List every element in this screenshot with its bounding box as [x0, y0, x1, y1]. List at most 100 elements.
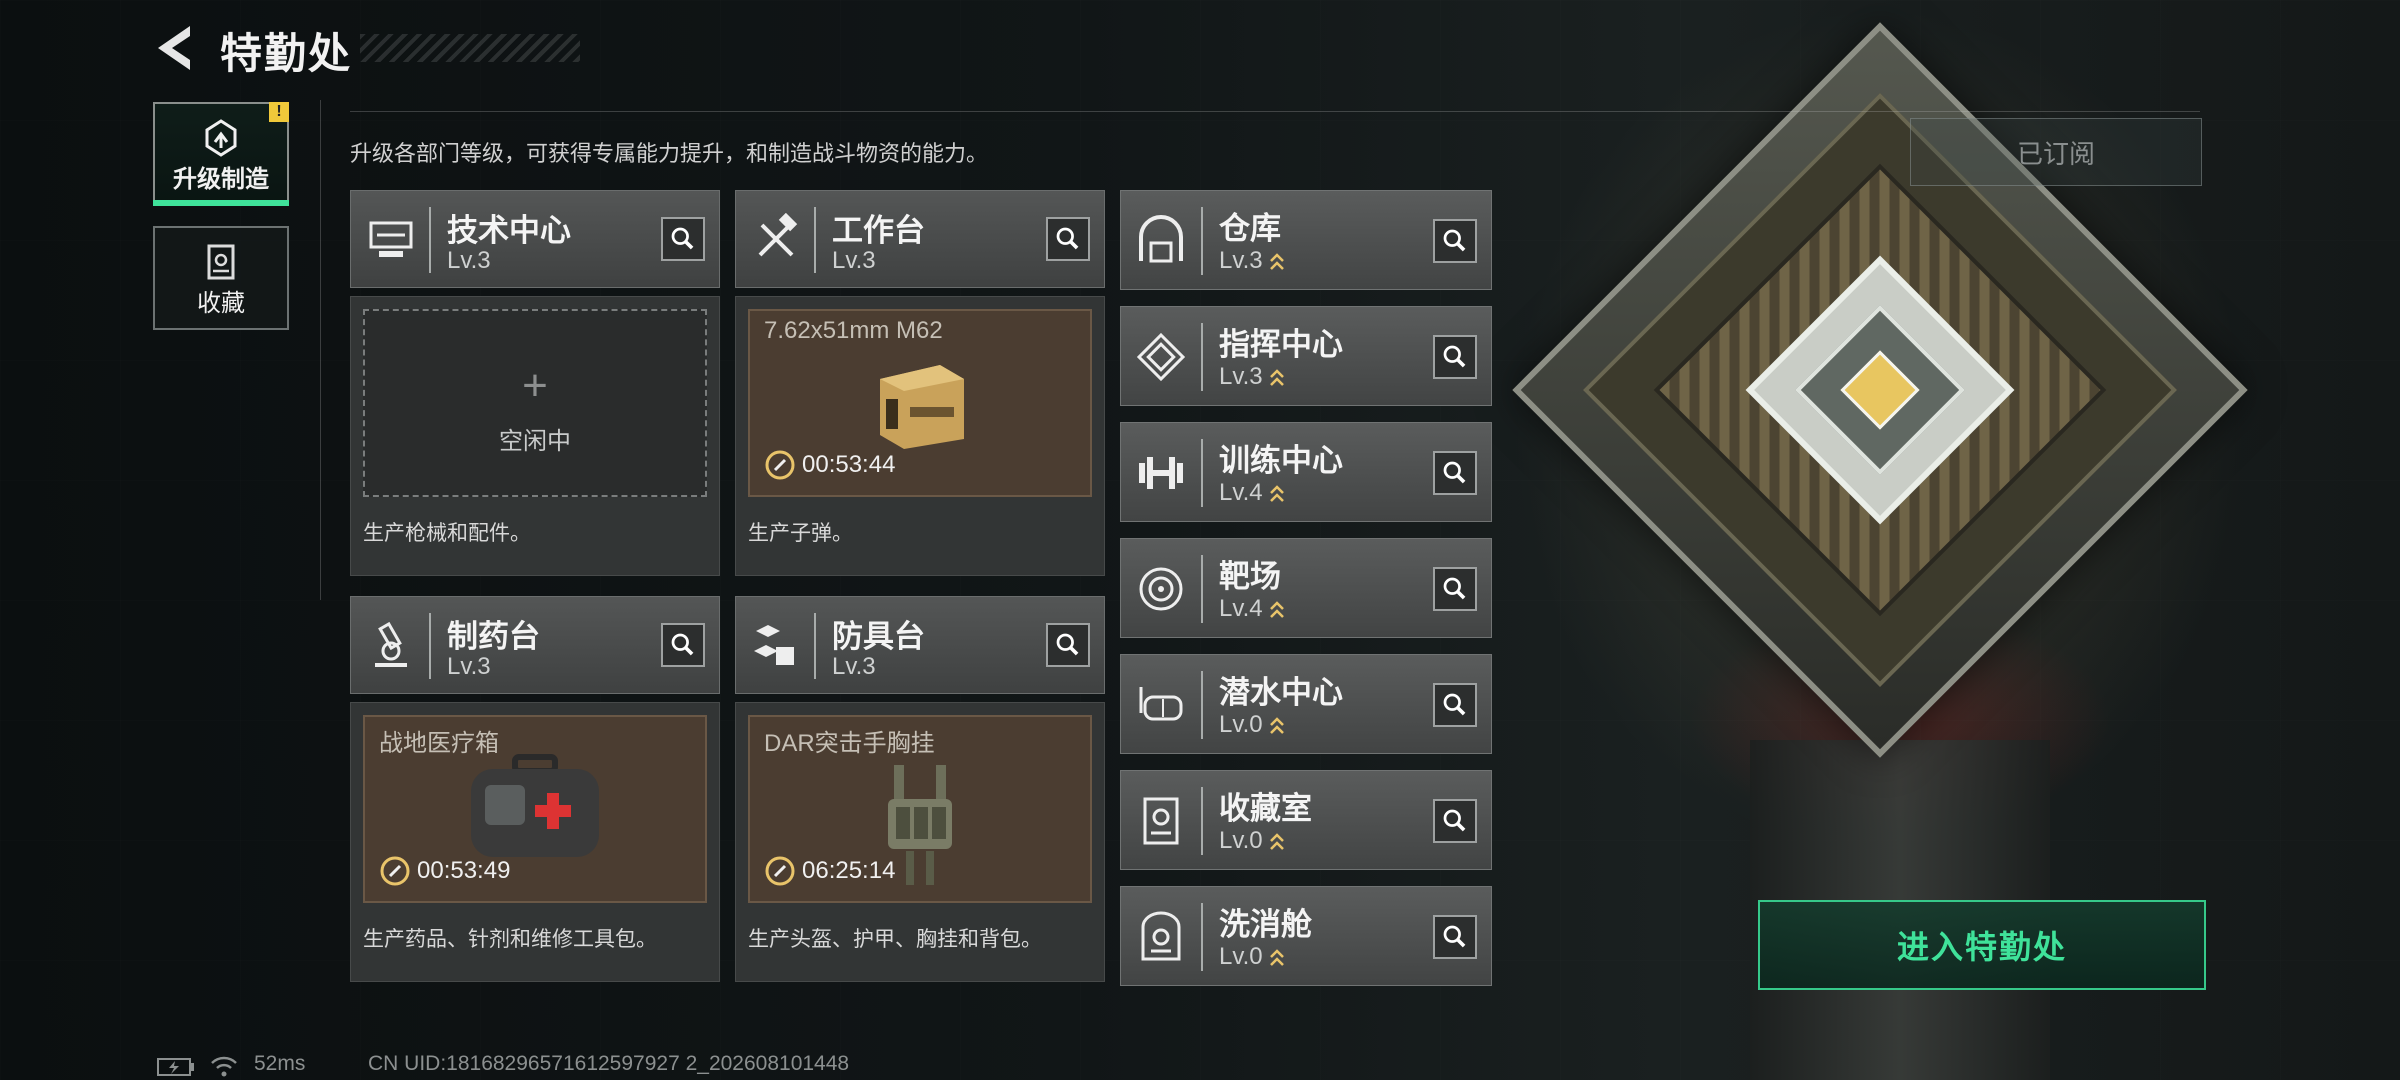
medkit-icon [471, 754, 599, 857]
page-title: 特勤处 [220, 30, 353, 77]
ping-readout: 52ms [254, 1052, 306, 1075]
collection-room-icon [1143, 797, 1179, 845]
title-decoration [360, 34, 580, 62]
battery-icon [157, 1058, 194, 1076]
department-name: 洗消舱 [1219, 907, 1312, 942]
card-armor-bench-body: DAR突击手胸挂 06:25:14 生产头盔、护甲、胸挂和背包。 [735, 702, 1105, 982]
wrench-timer-icon [765, 856, 795, 886]
wrench-timer-icon [380, 856, 410, 886]
card-workbench[interactable]: 工作台 Lv.3 [735, 190, 1105, 288]
department-name: 训练中心 [1219, 443, 1343, 478]
department-level: Lv.0 [1219, 827, 1263, 854]
production-slot[interactable]: DAR突击手胸挂 06:25:14 [748, 715, 1092, 903]
department-name: 收藏室 [1219, 791, 1312, 826]
sidebar-item-collection[interactable]: 收藏 [153, 226, 289, 330]
production-slot-idle[interactable]: + 空闲中 [363, 309, 707, 497]
card-title: 技术中心 [447, 213, 571, 248]
department-level: Lv.0 [1219, 943, 1263, 970]
upgrade-arrow-icon [1269, 832, 1284, 850]
target-icon [1139, 567, 1183, 611]
card-description: 生产药品、针剂和维修工具包。 [363, 928, 657, 951]
card-level: Lv.3 [832, 247, 876, 274]
production-timer: 00:53:49 [417, 857, 511, 884]
search-icon[interactable] [1433, 567, 1477, 611]
warehouse-icon [1139, 215, 1183, 263]
enter-special-ops-button[interactable]: 进入特勤处 [1758, 900, 2206, 990]
divider [320, 100, 321, 600]
department-warehouse[interactable]: 仓库 Lv.3 [1120, 190, 1492, 290]
department-diving-center[interactable]: 潜水中心 Lv.0 [1120, 654, 1492, 754]
dumbbell-icon [1139, 457, 1183, 489]
wrench-timer-icon [765, 450, 795, 480]
production-slot[interactable]: 战地医疗箱 00:53:49 [363, 715, 707, 903]
card-title: 制药台 [447, 619, 540, 654]
production-slot[interactable]: 7.62x51mm M62 00:53:44 [748, 309, 1092, 497]
card-level: Lv.3 [447, 653, 491, 680]
item-name: DAR突击手胸挂 [764, 730, 935, 757]
notification-badge: ! [269, 102, 289, 122]
upgrade-arrow-icon [1269, 484, 1284, 502]
microscope-icon [375, 621, 407, 667]
card-armor-bench[interactable]: 防具台 Lv.3 [735, 596, 1105, 694]
diving-mask-icon [1139, 687, 1183, 721]
card-level: Lv.3 [832, 653, 876, 680]
sidebar-item-upgrade-craft[interactable]: 升级制造 ! [153, 102, 289, 206]
divider [350, 111, 2200, 112]
idle-label: 空闲中 [499, 428, 571, 455]
wifi-icon [211, 1056, 237, 1077]
armor-blocks-icon [754, 625, 794, 665]
card-description: 生产枪械和配件。 [363, 522, 531, 545]
department-decon-chamber[interactable]: 洗消舱 Lv.0 [1120, 886, 1492, 986]
card-tech-center[interactable]: 技术中心 Lv.3 [350, 190, 720, 288]
card-pharmacy[interactable]: 制药台 Lv.3 [350, 596, 720, 694]
department-name: 靶场 [1219, 559, 1281, 594]
upgrade-arrow-icon [1269, 716, 1284, 734]
department-name: 仓库 [1219, 211, 1281, 246]
upgrade-arrow-icon [1269, 368, 1284, 386]
card-tech-center-body: + 空闲中 生产枪械和配件。 [350, 296, 720, 576]
card-description: 生产头盔、护甲、胸挂和背包。 [748, 928, 1042, 951]
search-icon[interactable] [661, 217, 705, 261]
ammo-box-icon [880, 365, 964, 449]
hammer-wrench-icon [758, 213, 798, 257]
search-icon[interactable] [1046, 623, 1090, 667]
user-uid: CN UID:18168296571612597927 2_2026081014… [368, 1052, 850, 1075]
card-pharmacy-body: 战地医疗箱 00:53:49 生产药品、针剂和维修工具包。 [350, 702, 720, 982]
department-level: Lv.3 [1219, 247, 1263, 274]
tech-center-icon [369, 221, 413, 257]
search-icon[interactable] [1433, 915, 1477, 959]
production-timer: 06:25:14 [802, 857, 896, 884]
upgrade-arrow-icon [1269, 252, 1284, 270]
upgrade-arrow-icon [1269, 600, 1284, 618]
department-level: Lv.0 [1219, 711, 1263, 738]
department-command-center[interactable]: 指挥中心 Lv.3 [1120, 306, 1492, 406]
card-description: 生产子弹。 [748, 522, 853, 545]
sidebar-item-label: 收藏 [197, 290, 245, 317]
item-name: 7.62x51mm M62 [764, 317, 943, 344]
collection-icon [207, 244, 235, 280]
search-icon[interactable] [1433, 799, 1477, 843]
department-shooting-range[interactable]: 靶场 Lv.4 [1120, 538, 1492, 638]
department-name: 指挥中心 [1219, 327, 1343, 362]
production-timer: 00:53:44 [802, 451, 896, 478]
department-level: Lv.3 [1219, 363, 1263, 390]
back-arrow-icon[interactable] [150, 22, 200, 74]
search-icon[interactable] [1433, 219, 1477, 263]
upgrade-arrow-icon [1269, 948, 1284, 966]
subscribed-button[interactable]: 已订阅 [1910, 118, 2202, 186]
page-description: 升级各部门等级，可获得专属能力提升，和制造战斗物资的能力。 [350, 141, 989, 166]
search-icon[interactable] [1433, 683, 1477, 727]
search-icon[interactable] [661, 623, 705, 667]
search-icon[interactable] [1433, 451, 1477, 495]
decon-chamber-icon [1141, 911, 1181, 961]
search-icon[interactable] [1433, 335, 1477, 379]
department-training-center[interactable]: 训练中心 Lv.4 [1120, 422, 1492, 522]
sidebar-item-label: 升级制造 [173, 166, 269, 193]
command-center-icon [1136, 332, 1186, 382]
department-collection-room[interactable]: 收藏室 Lv.0 [1120, 770, 1492, 870]
department-level: Lv.4 [1219, 595, 1263, 622]
department-level: Lv.4 [1219, 479, 1263, 506]
card-title: 防具台 [832, 619, 925, 654]
card-workbench-body: 7.62x51mm M62 00:53:44 生产子弹。 [735, 296, 1105, 576]
search-icon[interactable] [1046, 217, 1090, 261]
